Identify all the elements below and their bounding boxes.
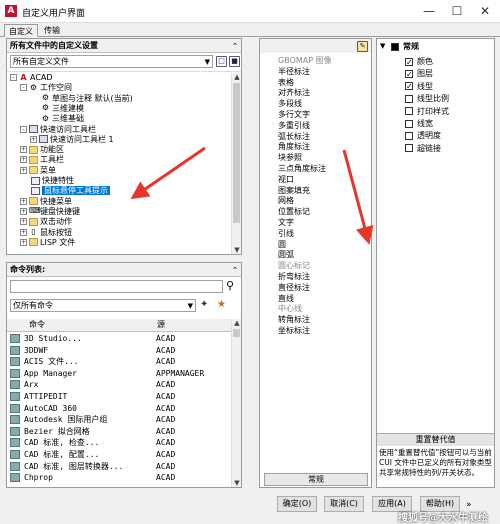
annotation-arrows xyxy=(130,146,374,245)
red-arrow-right xyxy=(342,149,374,245)
red-arrow-left xyxy=(130,146,206,200)
